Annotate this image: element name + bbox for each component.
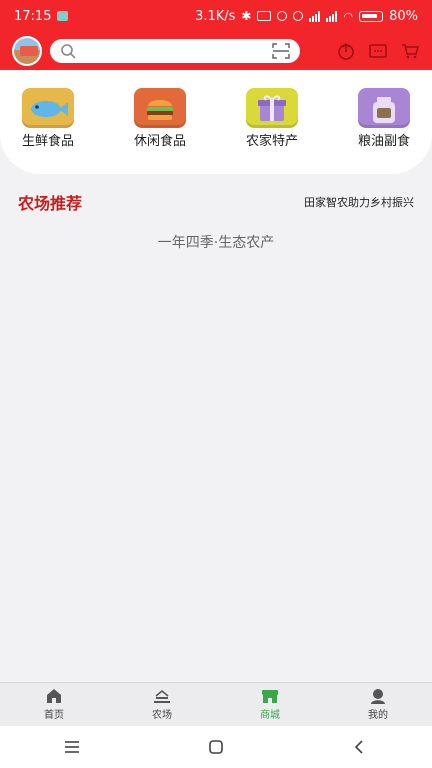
bluetooth-icon: ✱ <box>241 9 252 23</box>
header <box>0 32 432 70</box>
tab-store[interactable]: 商城 <box>216 683 324 726</box>
category-label: 农家特产 <box>245 134 298 149</box>
category-label: 粮油副食 <box>357 134 410 149</box>
back-icon[interactable] <box>351 738 369 756</box>
tab-mine[interactable]: 我的 <box>324 683 432 726</box>
message-icon[interactable] <box>368 41 388 61</box>
header-actions <box>336 41 420 61</box>
tab-farm[interactable]: 农场 <box>108 683 216 726</box>
scan-icon[interactable] <box>272 43 290 59</box>
home-icon <box>47 689 61 703</box>
farm-avatar[interactable] <box>12 36 42 66</box>
status-net-speed: 3.1K/s <box>195 8 236 24</box>
system-nav-bar <box>0 726 432 768</box>
category-snacks[interactable]: 休闲食品 <box>118 88 202 149</box>
battery-icon <box>359 10 384 22</box>
signal-2-icon <box>326 10 338 22</box>
user-icon <box>371 689 385 704</box>
gift-icon <box>246 88 298 128</box>
burger-icon <box>134 88 186 128</box>
oil-jar-icon <box>358 88 410 128</box>
status-right: 3.1K/s ✱ ◠ 80% <box>195 9 418 24</box>
farm-icon <box>154 690 170 703</box>
category-specialty[interactable]: 农家特产 <box>230 88 314 149</box>
section-header: 农场推荐 田家智农助力乡村振兴 <box>0 188 432 216</box>
tab-label: 商城 <box>260 710 280 721</box>
status-battery: 80% <box>389 8 418 24</box>
cart-icon[interactable] <box>400 41 420 61</box>
category-card: 生鲜食品 休闲食品 农家特产 粮油副食 <box>0 70 432 174</box>
status-time: 17:15 <box>14 8 52 24</box>
category-grain-oil[interactable]: 粮油副食 <box>342 88 426 149</box>
search-icon <box>61 44 76 59</box>
home-button-icon[interactable] <box>207 738 225 756</box>
share-icon[interactable] <box>336 41 356 61</box>
notification-icon <box>57 11 69 21</box>
section-title: 农场推荐 <box>18 194 83 213</box>
signal-1-icon <box>309 10 321 22</box>
alarm-icon <box>293 11 304 21</box>
search-input[interactable] <box>50 39 300 63</box>
mute-icon <box>277 11 288 21</box>
status-bar: 17:15 3.1K/s ✱ ◠ 80% <box>0 0 432 32</box>
section-subtitle: 田家智农助力乡村振兴 <box>304 196 414 209</box>
tab-label: 我的 <box>368 710 388 721</box>
tab-label: 首页 <box>44 710 64 721</box>
status-left: 17:15 <box>14 8 69 24</box>
tab-home[interactable]: 首页 <box>0 683 108 726</box>
wifi-icon: ◠ <box>343 9 354 23</box>
slogan-text: 一年四季·生态农产 <box>157 235 275 251</box>
category-fresh-food[interactable]: 生鲜食品 <box>6 88 90 149</box>
store-icon <box>262 690 278 703</box>
category-label: 生鲜食品 <box>21 134 74 149</box>
tab-bar: 首页 农场 商城 我的 <box>0 682 432 726</box>
vibrate-icon <box>257 11 272 21</box>
tab-label: 农场 <box>152 710 172 721</box>
fish-icon <box>22 88 74 128</box>
category-label: 休闲食品 <box>133 134 186 149</box>
menu-icon[interactable] <box>63 738 81 756</box>
